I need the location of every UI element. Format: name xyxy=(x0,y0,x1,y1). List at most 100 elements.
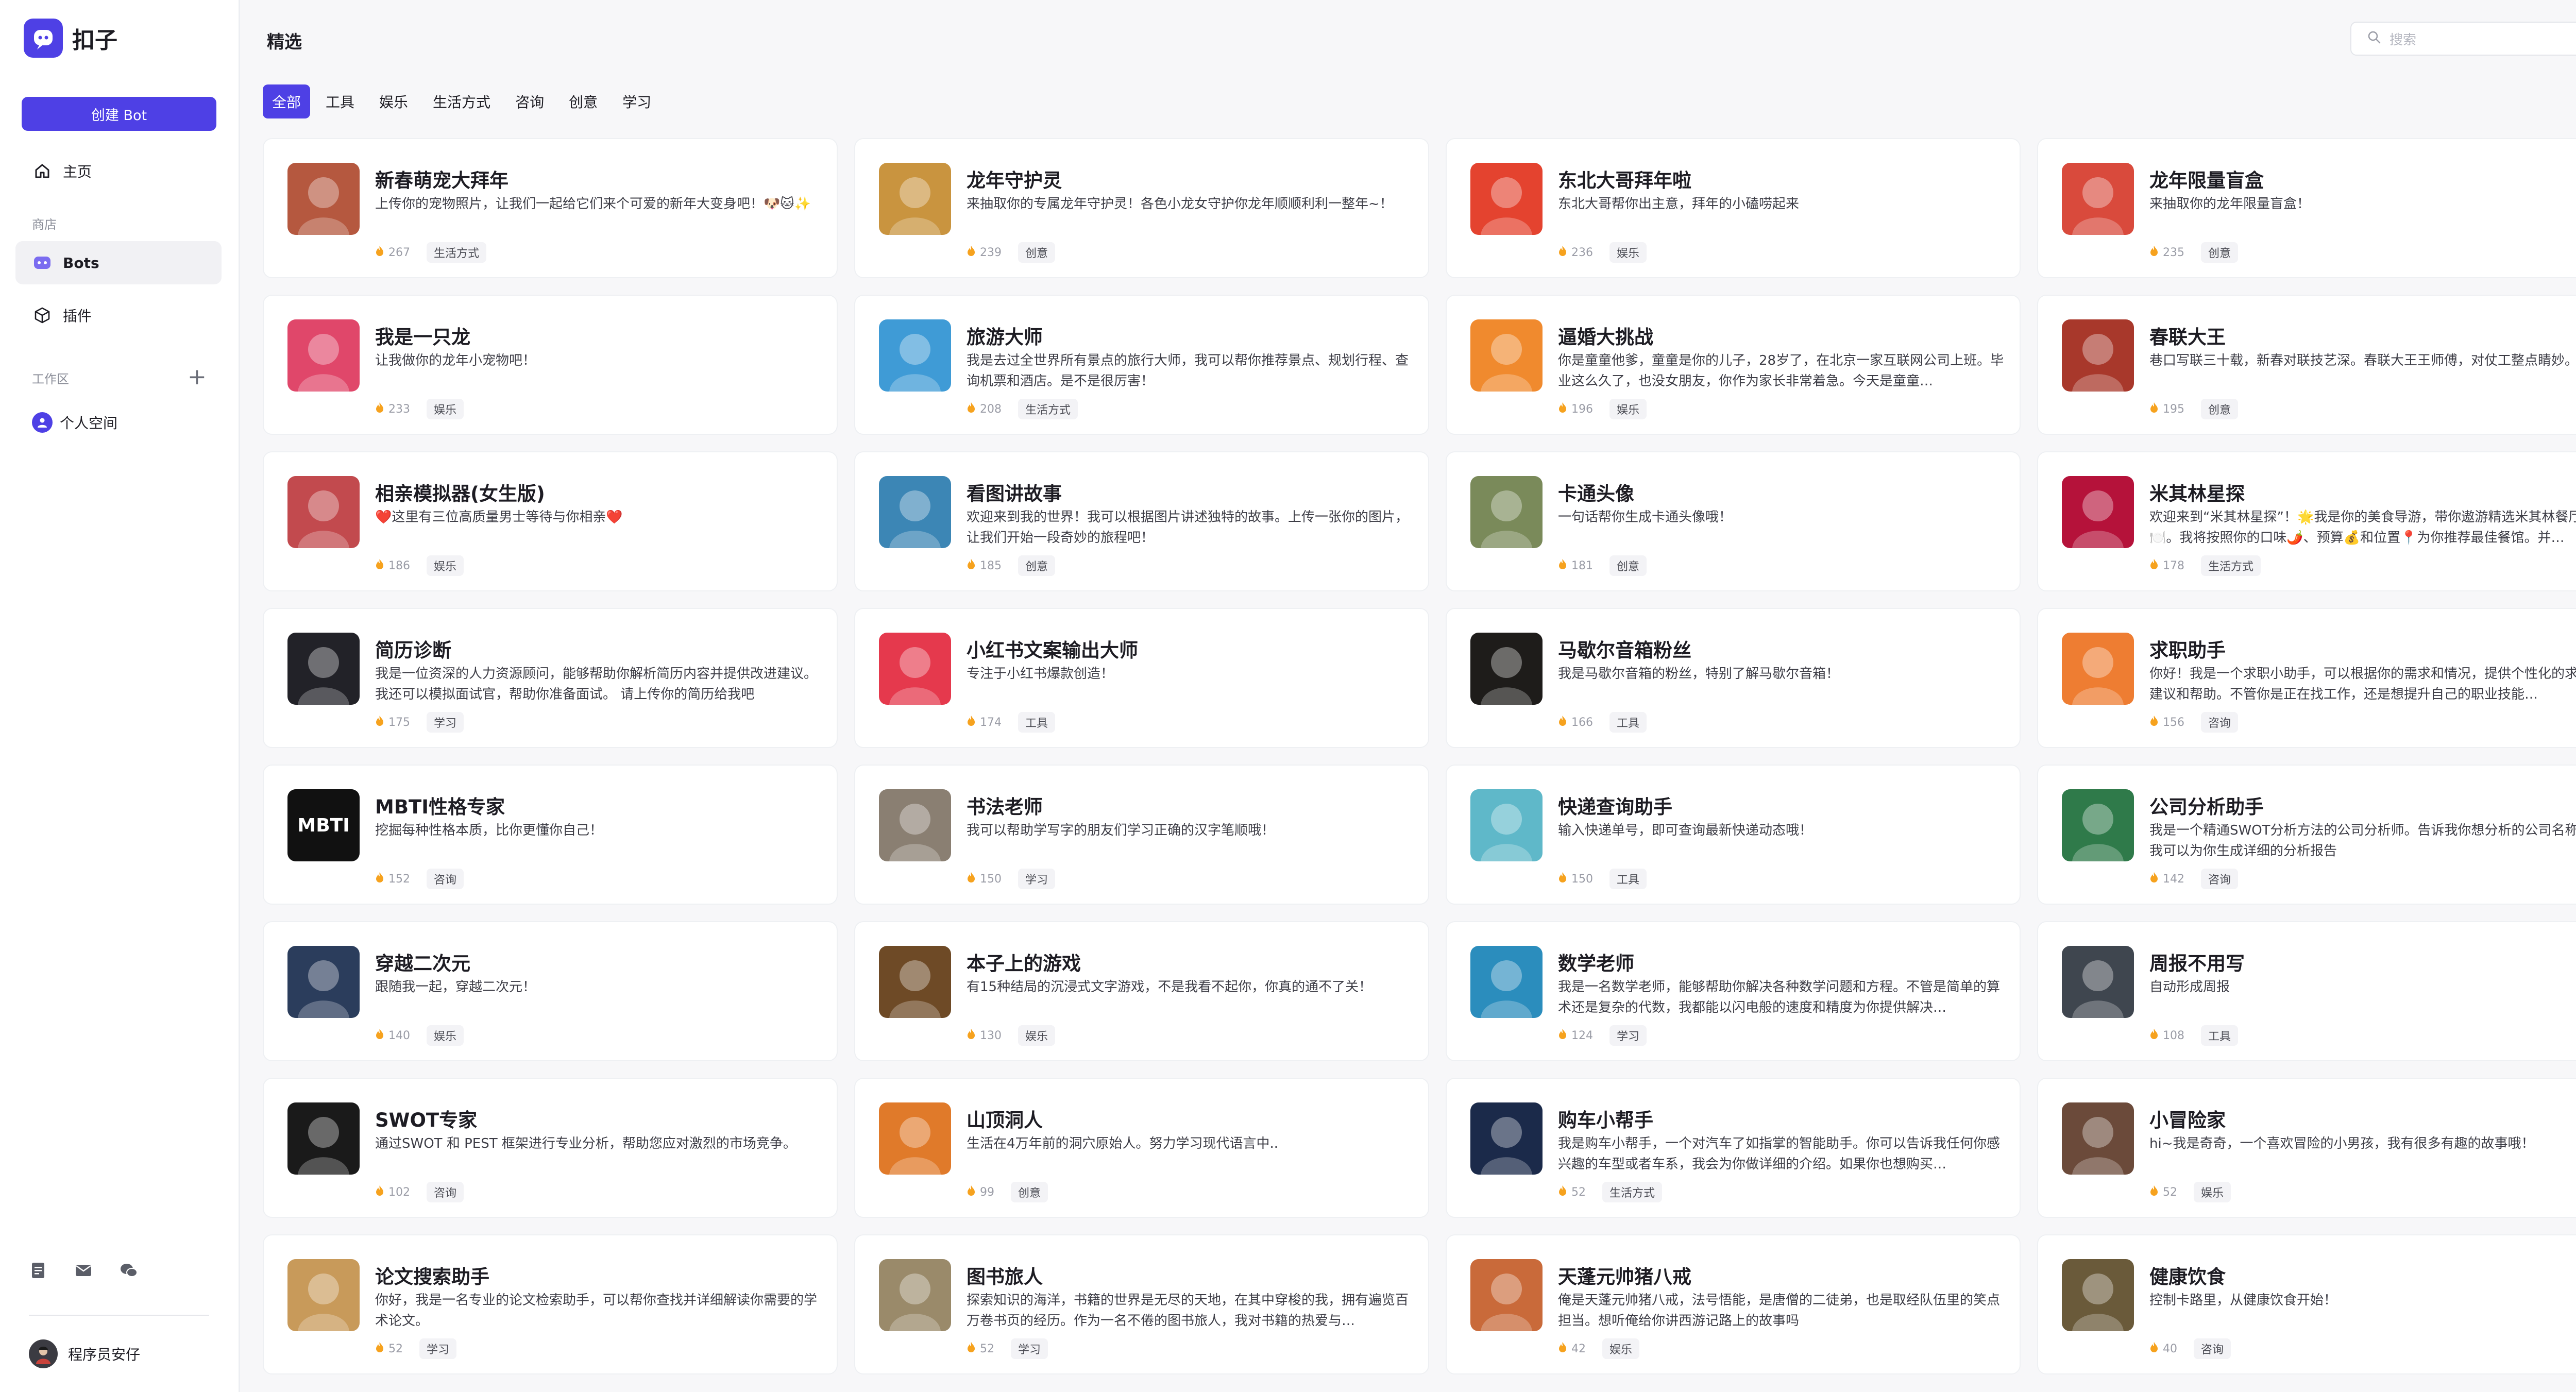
bot-title: 周报不用写 xyxy=(2149,953,2245,975)
sidebar-divider xyxy=(29,1315,209,1316)
bot-description: 我是一个精通SWOT分析方法的公司分析师。告诉我你想分析的公司名称，我可以为你生… xyxy=(2149,823,2576,859)
usage-count: 150 xyxy=(1571,872,1593,886)
wechat-icon[interactable] xyxy=(120,1261,138,1280)
bot-card[interactable]: 相亲模拟器(女生版) ❤️这里有三位高质量男士等待与你相亲❤️ 186 娱乐 xyxy=(263,451,838,591)
bot-description: 我可以帮助学写字的朋友们学习正确的汉字笔顺哦！ xyxy=(967,823,1275,838)
bot-card[interactable]: 旅游大师 我是去过全世界所有景点的旅行大师，我可以帮你推荐景点、规划行程、查询机票… xyxy=(854,295,1429,435)
bot-card[interactable]: 新春萌宠大拜年 上传你的宠物照片，让我们一起给它们来个可爱的新年大变身吧！🐶🐱✨ 2… xyxy=(263,138,838,278)
bot-meta: 156 咨询 xyxy=(2149,712,2239,733)
bot-card[interactable]: SWOT专家 通过SWOT 和 PEST 框架进行专业分析，帮助您应对激烈的市场竞… xyxy=(263,1078,838,1218)
bot-description: 你好，我是一名专业的论文检索助手，可以帮你查找并详细解读你需要的学术论文。 xyxy=(375,1293,818,1329)
bot-card[interactable]: 本子上的游戏 有15种结局的沉浸式文字游戏，不是我看不起你，你真的通不了关！ 130… xyxy=(854,921,1429,1061)
bot-card[interactable]: 小红书文案输出大师 专注于小红书爆款创造！ 174 工具 xyxy=(854,608,1429,748)
sidebar-item-bots[interactable]: Bots xyxy=(15,241,222,284)
bot-description: 挖掘每种性格本质，比你更懂你自己！ xyxy=(375,823,603,838)
search-input[interactable]: 搜索 xyxy=(2350,22,2576,56)
bot-title: 旅游大师 xyxy=(967,326,1043,348)
bot-avatar xyxy=(2062,946,2134,1018)
tab-entertainment[interactable]: 娱乐 xyxy=(370,84,417,118)
bot-title: 新春萌宠大拜年 xyxy=(375,169,509,192)
usage-count: 52 xyxy=(1571,1185,1586,1199)
bot-card[interactable]: 数学老师 我是一名数学老师，能够帮助你解决各种数学问题和方程。不管是简单的算术还是… xyxy=(1446,921,2021,1061)
usage-count: 196 xyxy=(1571,402,1593,416)
bot-meta: 195 创意 xyxy=(2149,399,2239,419)
bot-avatar xyxy=(287,163,360,235)
bot-card[interactable]: 快递查询助手 输入快递单号，即可查询最新快递动态哦！ 150 工具 xyxy=(1446,765,2021,905)
create-bot-button[interactable]: 创建 Bot xyxy=(22,97,216,131)
bot-description: 来抽取你的龙年限量盲盒！ xyxy=(2149,196,2311,212)
tab-learning[interactable]: 学习 xyxy=(613,84,660,118)
bot-card[interactable]: 龙年守护灵 来抽取你的专属龙年守护灵！各色小龙女守护你龙年顺顺利利一整年~！ 239… xyxy=(854,138,1429,278)
bot-card[interactable]: 求职助手 你好！我是一个求职小助手，可以根据你的需求和情况，提供个性化的求职建议和… xyxy=(2037,608,2576,748)
bot-description: 我是马歇尔音箱的粉丝，特别了解马歇尔音箱！ xyxy=(1558,666,1840,682)
bot-title: 春联大王 xyxy=(2149,326,2226,348)
document-icon[interactable] xyxy=(29,1261,47,1280)
flame-icon xyxy=(375,872,384,886)
sidebar-item-personal-space[interactable]: 个人空间 xyxy=(32,412,117,433)
bot-card[interactable]: 我是一只龙 让我做你的龙年小宠物吧！ 233 娱乐 xyxy=(263,295,838,435)
bot-card[interactable]: MBTI MBTI性格专家 挖掘每种性格本质，比你更懂你自己！ 152 咨询 xyxy=(263,765,838,905)
logo[interactable]: 扣子 xyxy=(24,19,117,58)
bot-meta: 52 学习 xyxy=(375,1338,457,1359)
bot-card[interactable]: 天蓬元帅猪八戒 俺是天蓬元帅猪八戒，法号悟能，是唐僧的二徒弟，也是取经队伍里的笑点… xyxy=(1446,1234,2021,1374)
bot-card[interactable]: 米其林星探 欢迎来到“米其林星探”！🌟我是你的美食导游，带你遨游精选米其林餐厅🍽️… xyxy=(2037,451,2576,591)
flame-icon xyxy=(2149,558,2159,573)
bot-card[interactable]: 健康饮食 控制卡路里，从健康饮食开始！ 40 咨询 xyxy=(2037,1234,2576,1374)
bot-card[interactable]: 公司分析助手 我是一个精通SWOT分析方法的公司分析师。告诉我你想分析的公司名称，… xyxy=(2037,765,2576,905)
bot-description: 有15种结局的沉浸式文字游戏，不是我看不起你，你真的通不了关！ xyxy=(967,979,1372,995)
bot-card[interactable]: 东北大哥拜年啦 东北大哥帮你出主意，拜年的小磕唠起来 236 娱乐 xyxy=(1446,138,2021,278)
bot-avatar xyxy=(2062,1259,2134,1331)
bot-avatar xyxy=(1470,946,1543,1018)
bot-card[interactable]: 书法老师 我可以帮助学写字的朋友们学习正确的汉字笔顺哦！ 150 学习 xyxy=(854,765,1429,905)
flame-icon xyxy=(1558,1342,1567,1356)
usage-count: 156 xyxy=(2163,716,2184,729)
add-workspace-button[interactable]: + xyxy=(188,366,207,388)
user-name: 程序员安仔 xyxy=(68,1346,141,1363)
bot-avatar xyxy=(2062,476,2134,548)
category-tabs: 全部 工具 娱乐 生活方式 咨询 创意 学习 xyxy=(263,84,660,118)
bot-avatar xyxy=(287,1259,360,1331)
usage-count: 108 xyxy=(2163,1029,2184,1042)
bot-card[interactable]: 穿越二次元 跟随我一起，穿越二次元！ 140 娱乐 xyxy=(263,921,838,1061)
tab-tools[interactable]: 工具 xyxy=(316,84,364,118)
usage-count: 178 xyxy=(2163,559,2184,572)
bot-card[interactable]: 简历诊断 我是一位资深的人力资源顾问，能够帮助你解析简历内容并提供改进建议。我还可… xyxy=(263,608,838,748)
bot-card[interactable]: 山顶洞人 生活在4万年前的洞穴原始人。努力学习现代语言中.. 99 创意 xyxy=(854,1078,1429,1218)
usage-count: 239 xyxy=(980,246,1002,259)
category-tag: 工具 xyxy=(2201,1025,2239,1046)
flame-icon xyxy=(375,402,384,416)
usage-count: 124 xyxy=(1571,1029,1593,1042)
bot-card[interactable]: 购车小帮手 我是购车小帮手，一个对汽车了如指掌的智能助手。你可以告诉我任何你感兴趣… xyxy=(1446,1078,2021,1218)
bot-card[interactable]: 周报不用写 自动形成周报 108 工具 xyxy=(2037,921,2576,1061)
flame-icon xyxy=(1558,558,1567,573)
bot-card[interactable]: 论文搜索助手 你好，我是一名专业的论文检索助手，可以帮你查找并详细解读你需要的学术… xyxy=(263,1234,838,1374)
sidebar-item-plugins[interactable]: 插件 xyxy=(15,294,222,337)
bot-description: 跟随我一起，穿越二次元！ xyxy=(375,979,536,995)
user-profile[interactable]: 程序员安仔 xyxy=(29,1339,140,1368)
bot-avatar xyxy=(287,633,360,705)
category-tag: 娱乐 xyxy=(1609,242,1647,263)
bot-card[interactable]: 看图讲故事 欢迎来到我的世界！我可以根据图片讲述独特的故事。上传一张你的图片，让我… xyxy=(854,451,1429,591)
bot-card[interactable]: 马歇尔音箱粉丝 我是马歇尔音箱的粉丝，特别了解马歇尔音箱！ 166 工具 xyxy=(1446,608,2021,748)
sidebar-item-label: 插件 xyxy=(63,308,92,325)
flame-icon xyxy=(1558,1028,1567,1043)
flame-icon xyxy=(2149,872,2159,886)
tab-consulting[interactable]: 咨询 xyxy=(506,84,553,118)
sidebar-item-home[interactable]: 主页 xyxy=(15,149,222,193)
bot-title: 本子上的游戏 xyxy=(967,953,1081,975)
category-tag: 学习 xyxy=(427,712,464,733)
tab-lifestyle[interactable]: 生活方式 xyxy=(423,84,500,118)
tab-all[interactable]: 全部 xyxy=(263,84,311,118)
bot-card[interactable]: 逼婚大挑战 你是童童他爹，童童是你的儿子，28岁了，在北京一家互联网公司上班。毕业… xyxy=(1446,295,2021,435)
bot-card[interactable]: 卡通头像 一句话帮你生成卡通头像哦！ 181 创意 xyxy=(1446,451,2021,591)
bot-card[interactable]: 春联大王 巷口写联三十载，新春对联技艺深。春联大王王师傅，对仗工整点睛妙。 195 创… xyxy=(2037,295,2576,435)
bot-title: 快递查询助手 xyxy=(1558,796,1672,818)
user-icon xyxy=(32,412,53,433)
bot-card[interactable]: 龙年限量盲盒 来抽取你的龙年限量盲盒！ 235 创意 xyxy=(2037,138,2576,278)
tab-creative[interactable]: 创意 xyxy=(560,84,607,118)
mail-icon[interactable] xyxy=(74,1261,93,1280)
category-tag: 创意 xyxy=(2201,399,2239,419)
bot-title: 马歇尔音箱粉丝 xyxy=(1558,639,1691,661)
bot-card[interactable]: 小冒险家 hi~我是奇奇，一个喜欢冒险的小男孩，我有很多有趣的故事哦！ 52 娱乐 xyxy=(2037,1078,2576,1218)
bot-card[interactable]: 图书旅人 探索知识的海洋，书籍的世界是无尽的天地，在其中穿梭的我，拥有遍览百万卷书… xyxy=(854,1234,1429,1374)
